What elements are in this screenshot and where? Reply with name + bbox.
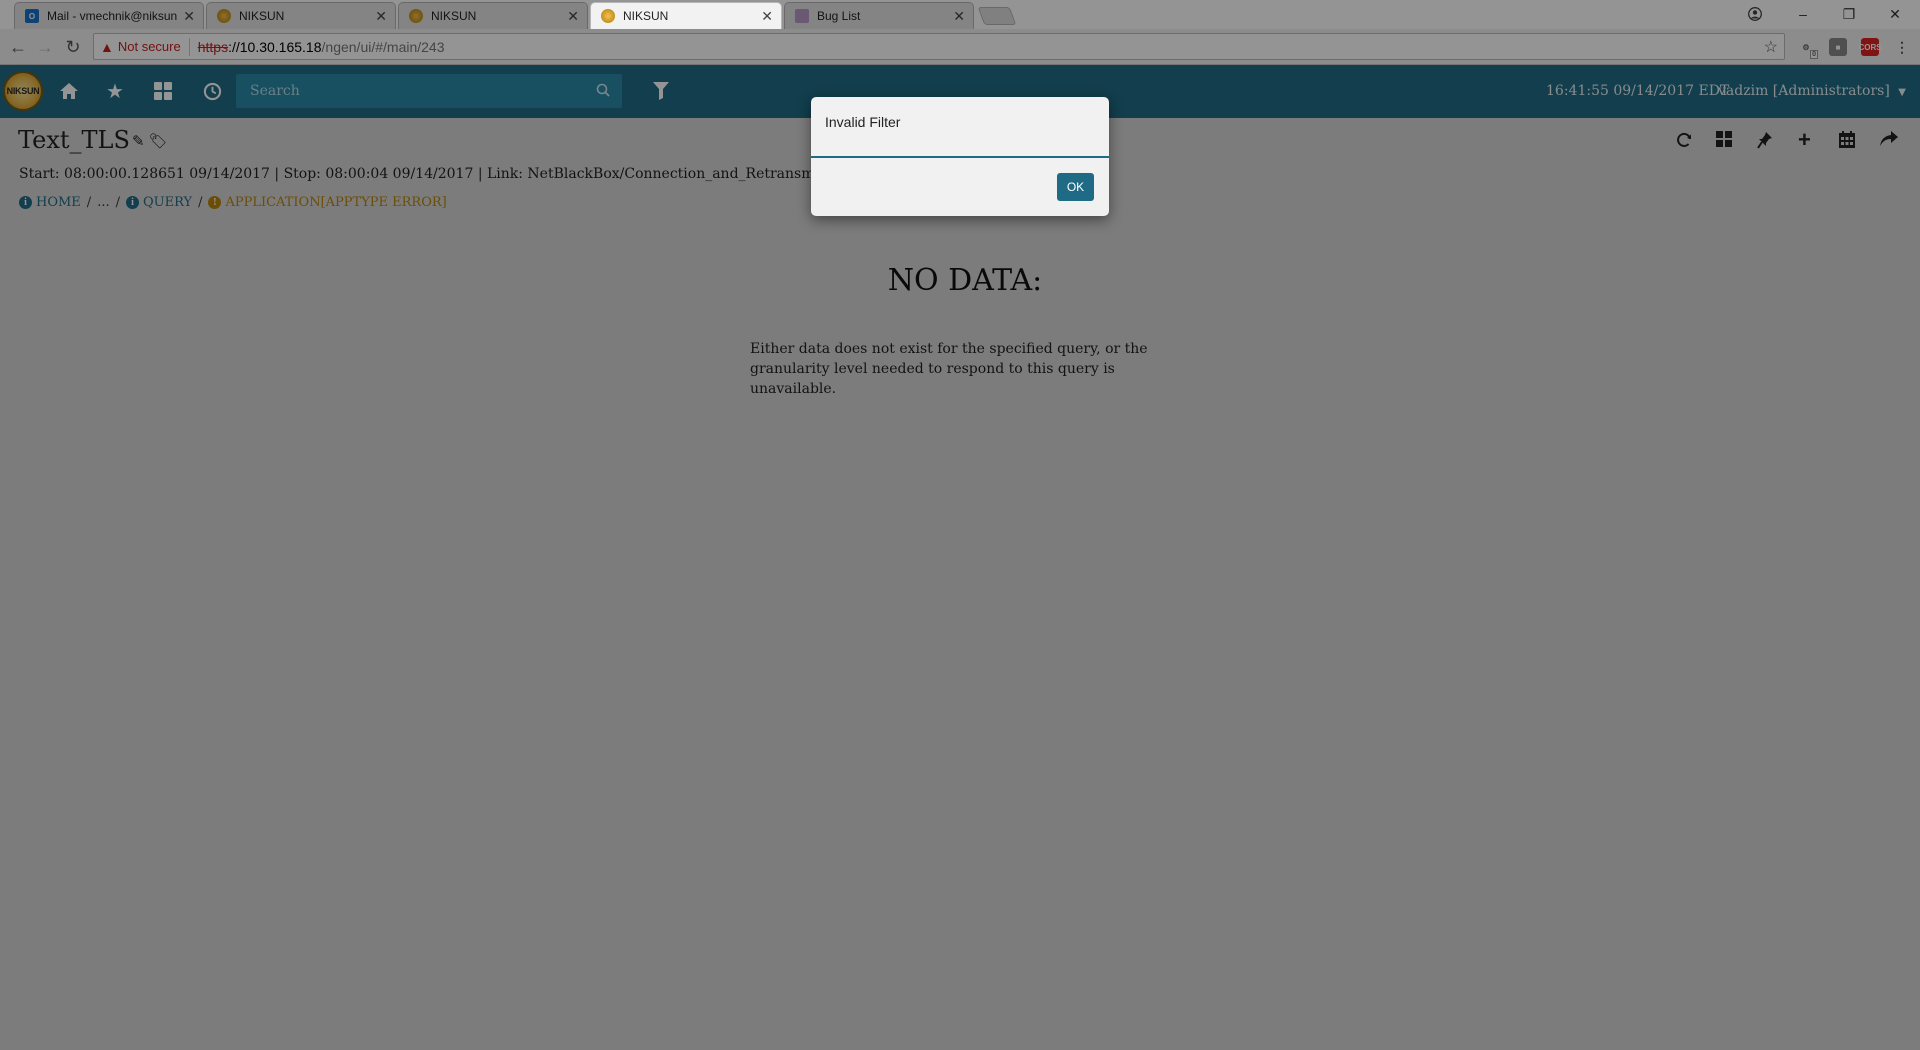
tab-title: NIKSUN <box>623 9 669 23</box>
browser-tab-niksun-active[interactable]: NIKSUN ✕ <box>590 2 782 29</box>
close-icon[interactable]: ✕ <box>761 8 773 25</box>
ok-button[interactable]: OK <box>1057 173 1094 201</box>
dialog-title: Invalid Filter <box>811 97 1109 158</box>
invalid-filter-dialog: Invalid Filter OK <box>811 97 1109 216</box>
niksun-icon <box>601 9 615 23</box>
